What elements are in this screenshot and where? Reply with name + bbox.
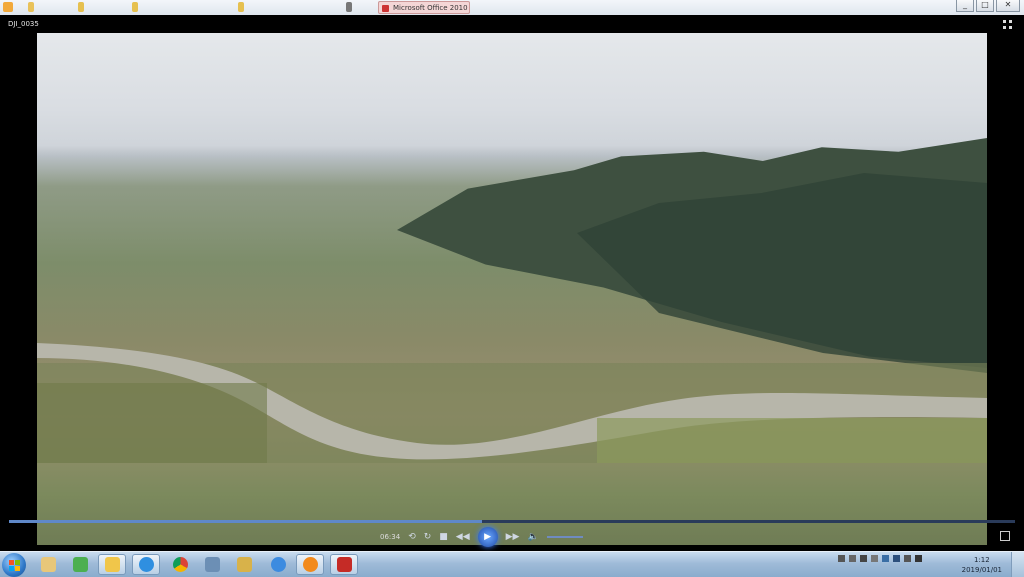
paint-icon (236, 557, 252, 572)
play-button[interactable]: ▶ (477, 527, 498, 547)
taskbar-ie[interactable] (132, 554, 160, 575)
tray-icon[interactable] (838, 555, 845, 562)
tray-icon[interactable] (871, 555, 878, 562)
tab-title: Microsoft Office 2010 (393, 4, 468, 12)
tray-icon[interactable] (860, 555, 867, 562)
toolbar-icon[interactable] (132, 2, 138, 12)
toolbar-icon[interactable] (78, 2, 84, 12)
taskbar-messenger[interactable] (264, 554, 292, 575)
taskbar-chrome[interactable] (166, 554, 194, 575)
explorer-icon (40, 557, 56, 572)
clock-time: 1:12 (973, 556, 990, 564)
chrome-icon (172, 557, 188, 572)
tray-icon[interactable] (849, 555, 856, 562)
media-player-icon (302, 557, 318, 572)
video-frame[interactable] (37, 33, 987, 545)
system-tray (838, 555, 922, 562)
minimize-button[interactable]: _ (956, 0, 974, 12)
volume-icon[interactable]: 🔈 (527, 532, 538, 542)
repeat-icon[interactable]: ↻ (424, 532, 432, 542)
toolbar-icon[interactable] (238, 2, 244, 12)
player-controls: 06:34 ⟲ ↻ ■ ◀◀ ▶ ▶▶ 🔈 (380, 526, 583, 548)
show-desktop-button[interactable] (1011, 552, 1024, 577)
network-tray-icon[interactable] (915, 555, 922, 562)
taskbar-media-player[interactable] (296, 554, 324, 575)
toolbar-icon[interactable] (346, 2, 352, 12)
start-button[interactable] (2, 553, 26, 577)
rewind-icon[interactable]: ◀◀ (456, 532, 470, 542)
clock-date: 2019/01/01 (961, 566, 1002, 574)
taskbar-explorer[interactable] (34, 554, 62, 575)
window-buttons: _ □ ✕ (954, 0, 1020, 12)
close-button[interactable]: ✕ (996, 0, 1020, 12)
tray-icon[interactable] (893, 555, 900, 562)
fullscreen-icon[interactable] (1003, 20, 1012, 29)
stop-icon[interactable]: ■ (439, 532, 448, 542)
taskbar-paint[interactable] (230, 554, 258, 575)
taskbar: 1:12 2019/01/01 (0, 551, 1024, 577)
river-landscape (37, 343, 987, 463)
seek-bar[interactable] (9, 520, 1015, 523)
app-icon[interactable] (3, 2, 13, 12)
tray-icon[interactable] (882, 555, 889, 562)
window-titlebar: Microsoft Office 2010 _ □ ✕ (0, 0, 1024, 16)
video-player[interactable]: DJI_0035 06:34 ⟲ ↻ ■ ◀◀ ▶ ▶▶ 🔈 (0, 15, 1024, 551)
taskbar-media-center[interactable] (66, 554, 94, 575)
ie-icon (138, 557, 154, 572)
toolbar-icon[interactable] (28, 2, 34, 12)
seek-progress (9, 520, 482, 523)
network-icon (204, 557, 220, 572)
time-display: 06:34 (380, 533, 401, 541)
messenger-icon (270, 557, 286, 572)
shuffle-icon[interactable]: ⟲ (408, 532, 416, 542)
taskbar-folder[interactable] (98, 554, 126, 575)
video-filename: DJI_0035 (8, 20, 39, 28)
volume-slider[interactable] (546, 536, 583, 538)
office-icon (382, 5, 389, 12)
switch-view-icon[interactable] (1000, 531, 1010, 541)
taskbar-network[interactable] (198, 554, 226, 575)
maximize-button[interactable]: □ (976, 0, 994, 12)
browser-tab[interactable]: Microsoft Office 2010 (378, 1, 470, 14)
tray-icon[interactable] (904, 555, 911, 562)
folder-icon (104, 557, 120, 572)
acrobat-icon (336, 557, 352, 572)
clock[interactable]: 1:12 2019/01/01 (962, 555, 1002, 575)
media-center-icon (72, 557, 88, 572)
taskbar-acrobat[interactable] (330, 554, 358, 575)
fast-forward-icon[interactable]: ▶▶ (506, 532, 520, 542)
